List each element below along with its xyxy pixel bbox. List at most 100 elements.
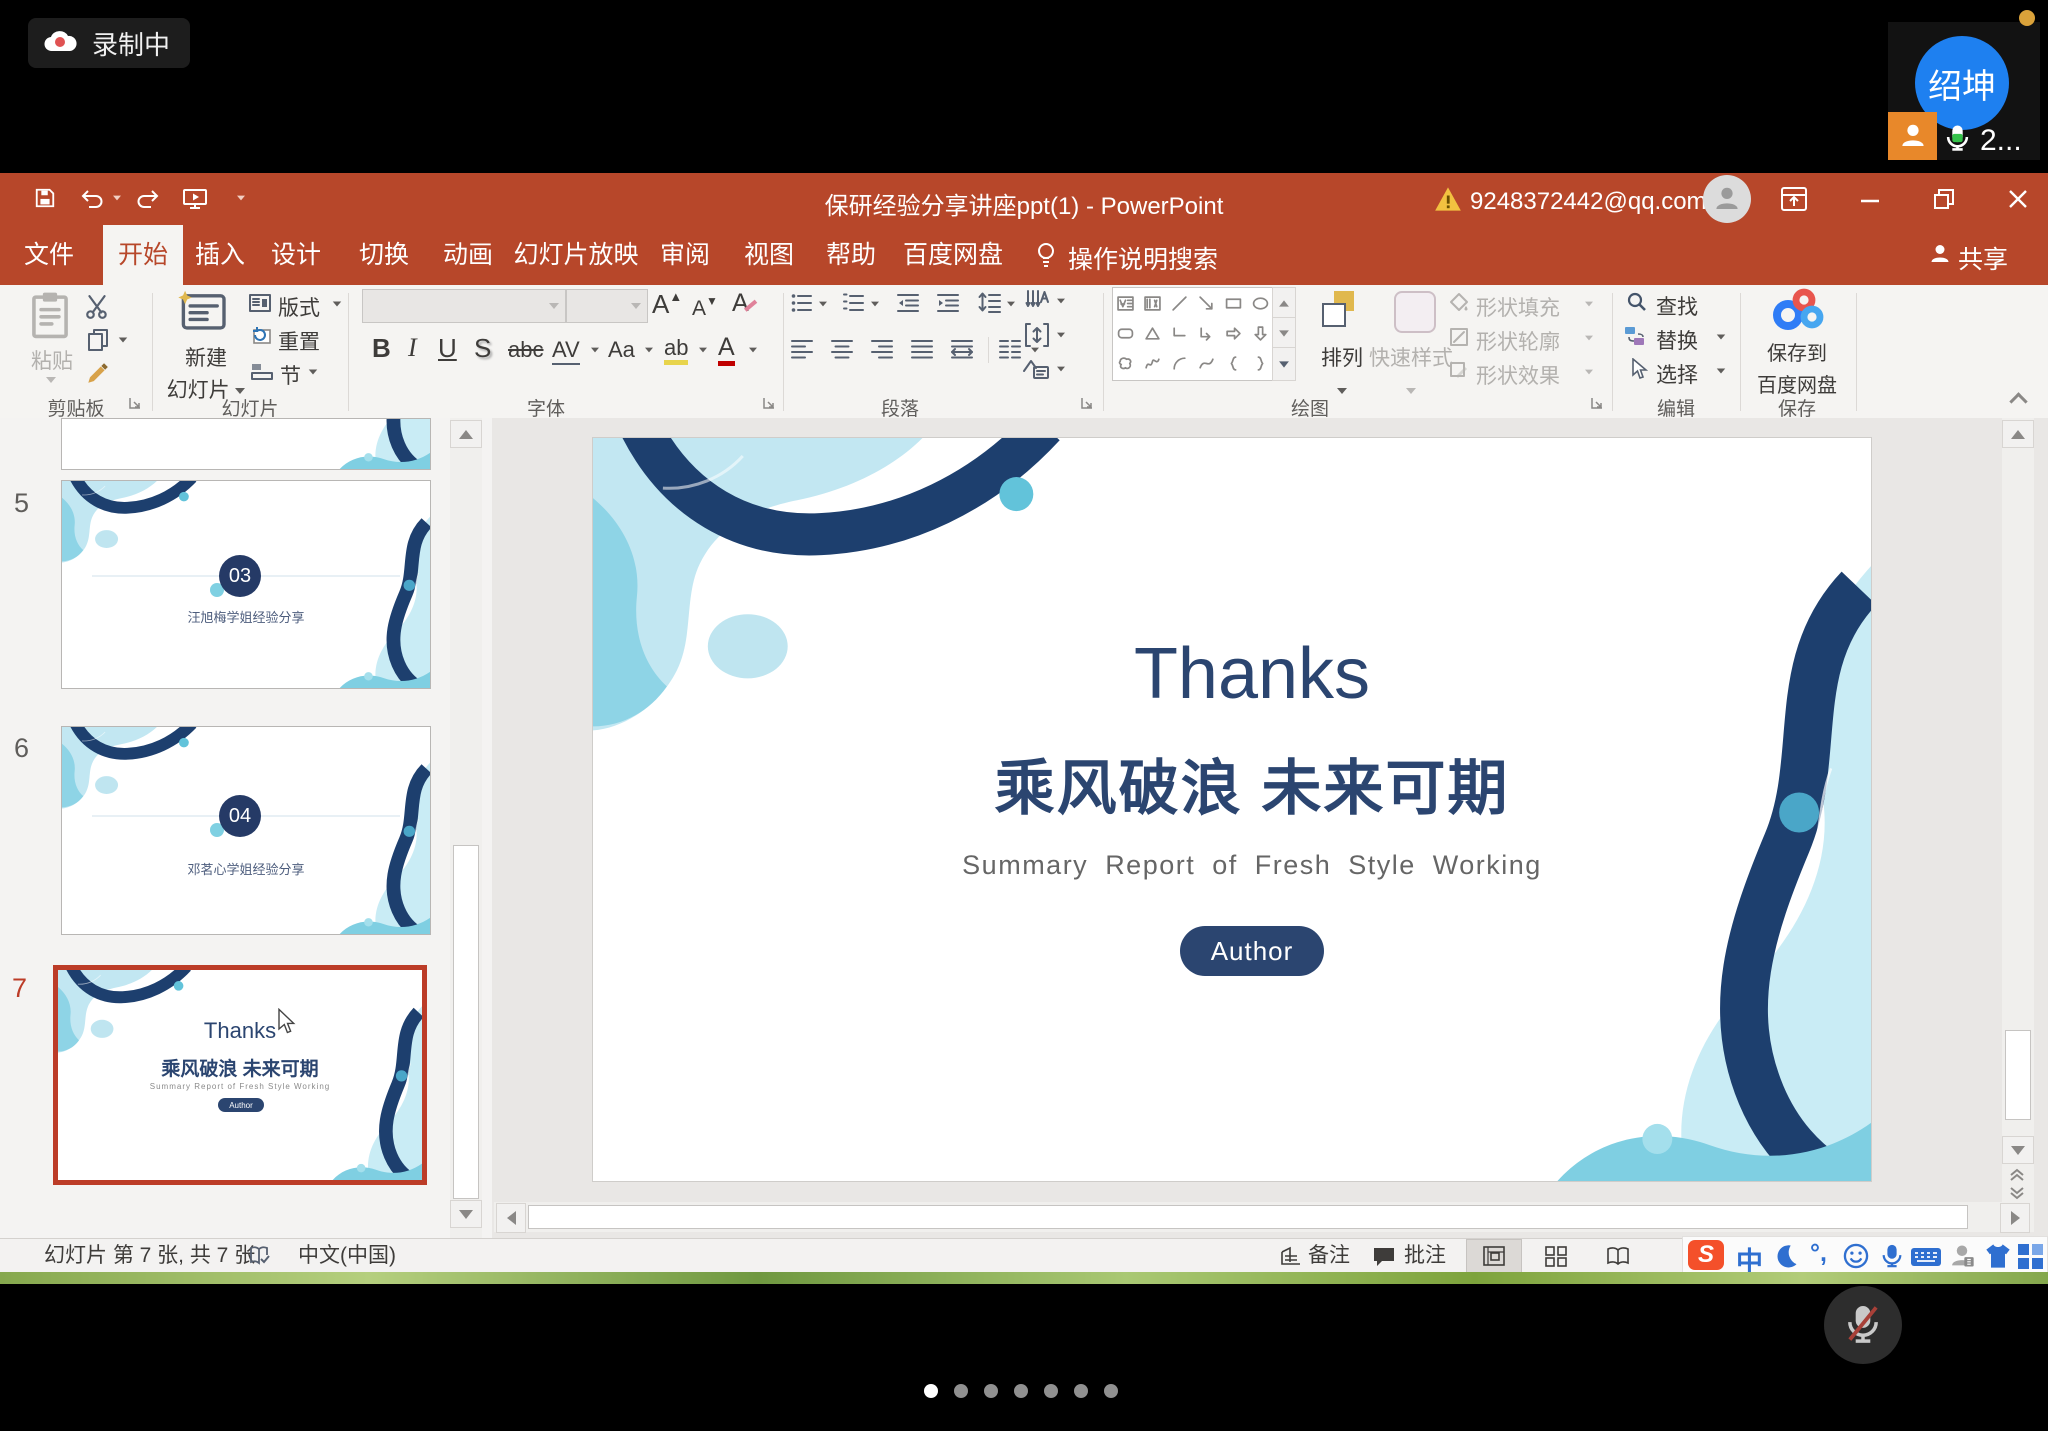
dialog-launcher-clipboard[interactable] [128, 396, 142, 410]
increase-indent-button[interactable] [936, 291, 960, 315]
page-dot-7[interactable] [1104, 1384, 1118, 1398]
page-dot-3[interactable] [984, 1384, 998, 1398]
bold-button[interactable]: B [372, 333, 391, 364]
thumbnail-scroll-thumb[interactable] [453, 845, 479, 1199]
smartart-button[interactable] [1022, 357, 1050, 381]
tab-help[interactable]: 帮助 [815, 225, 887, 285]
thumbnail-scrollbar[interactable] [450, 418, 482, 1238]
slide-subtitle[interactable]: 乘风破浪 未来可期 [633, 756, 1871, 822]
thumbnail-scroll-up[interactable] [450, 420, 482, 448]
status-language[interactable]: 中文(中国) [298, 1239, 396, 1273]
text-shadow-button[interactable]: S [474, 333, 491, 364]
justify-button[interactable] [910, 337, 934, 361]
tab-animations[interactable]: 动画 [432, 225, 504, 285]
ime-toolbox-icon[interactable] [2018, 1244, 2044, 1270]
view-normal-button[interactable] [1466, 1239, 1522, 1273]
v-scroll-thumb[interactable] [2005, 1030, 2031, 1120]
h-scroll-right[interactable] [2000, 1203, 2030, 1233]
restore-button[interactable] [1932, 187, 1956, 211]
v-scroll-down[interactable] [2002, 1136, 2034, 1164]
shape-outline-button[interactable]: 形状轮廓 [1476, 326, 1560, 356]
ime-keyboard-icon[interactable] [1910, 1244, 1942, 1270]
share-button[interactable]: 共享 [1958, 240, 2008, 276]
slide-tagline[interactable]: Summary Report of Fresh Style Working [633, 850, 1871, 881]
page-dot-6[interactable] [1074, 1384, 1088, 1398]
page-dot-2[interactable] [954, 1384, 968, 1398]
align-right-button[interactable] [870, 337, 894, 361]
ime-skin-icon[interactable] [1984, 1242, 2012, 1270]
ime-voice-icon[interactable] [1880, 1241, 1904, 1271]
decrease-indent-button[interactable] [896, 291, 920, 315]
underline-button[interactable]: U [438, 333, 457, 364]
tell-me-search[interactable]: 操作说明搜索 [1068, 240, 1218, 276]
tab-home[interactable]: 开始 [103, 225, 183, 285]
slide-thumbnail-5[interactable]: 03 汪旭梅学姐经验分享 [61, 480, 431, 689]
shapes-more-button[interactable] [1272, 347, 1296, 381]
bullets-button[interactable] [790, 291, 814, 315]
font-name-combobox[interactable] [362, 289, 566, 323]
shape-fill-button[interactable]: 形状填充 [1476, 292, 1560, 322]
v-scrollbar[interactable] [2002, 418, 2034, 1202]
spellcheck-icon[interactable] [248, 1244, 272, 1268]
line-spacing-button[interactable] [978, 291, 1002, 315]
comments-button[interactable]: 批注 [1404, 1239, 1446, 1273]
account-email[interactable]: 9248372442@qq.com [1470, 188, 1707, 216]
shape-effects-button[interactable]: 形状效果 [1476, 360, 1560, 390]
slide-thumbnail-6[interactable]: 04 邓茗心学姐经验分享 [61, 726, 431, 935]
ime-account-icon[interactable] [1948, 1242, 1976, 1270]
slide-thumbnail-4-partial[interactable] [61, 418, 431, 470]
view-reading-button[interactable] [1590, 1239, 1646, 1273]
participants-button[interactable] [1888, 112, 1937, 160]
shrink-font-button[interactable]: A▼ [692, 294, 718, 321]
v-scroll-up[interactable] [2002, 420, 2034, 448]
character-spacing-button[interactable]: AV [552, 337, 580, 365]
copy-button[interactable] [86, 328, 110, 352]
layout-button[interactable]: 版式 [278, 292, 320, 322]
tab-design[interactable]: 设计 [260, 225, 332, 285]
recording-badge[interactable]: 录制中 [28, 18, 190, 68]
shapes-scroll-down[interactable] [1272, 317, 1296, 349]
tab-review[interactable]: 审阅 [649, 225, 721, 285]
grow-font-button[interactable]: A▲ [652, 289, 682, 320]
view-slide-sorter-button[interactable] [1528, 1239, 1584, 1273]
shapes-scroll-up[interactable] [1272, 287, 1296, 319]
page-dot-4[interactable] [1014, 1384, 1028, 1398]
text-direction-button[interactable] [1024, 288, 1050, 314]
ribbon-display-options-button[interactable] [1780, 186, 1808, 212]
replace-button[interactable]: 替换 [1656, 325, 1698, 355]
tab-insert[interactable]: 插入 [184, 225, 256, 285]
mute-button[interactable] [1824, 1286, 1902, 1364]
shapes-gallery[interactable] [1112, 287, 1274, 381]
tab-transitions[interactable]: 切换 [348, 225, 420, 285]
clear-formatting-button[interactable]: A [732, 289, 763, 318]
dialog-launcher-paragraph[interactable] [1080, 396, 1094, 410]
reset-button[interactable]: 重置 [278, 326, 320, 356]
slide-canvas[interactable]: Thanks 乘风破浪 未来可期 Summary Report of Fresh… [592, 437, 1872, 1182]
page-dot-1-active[interactable] [924, 1384, 938, 1398]
text-highlight-button[interactable]: ab [664, 335, 688, 361]
paste-button[interactable]: 粘贴 [24, 345, 80, 375]
tab-baidu-netdisk[interactable]: 百度网盘 [892, 225, 1014, 285]
thumbnail-scroll-down[interactable] [450, 1200, 482, 1228]
align-text-button[interactable] [1024, 322, 1050, 348]
find-button[interactable]: 查找 [1656, 291, 1698, 321]
h-scroll-left[interactable] [496, 1203, 526, 1233]
next-slide-button[interactable] [2002, 1184, 2032, 1202]
strikethrough-button[interactable]: abc [508, 337, 543, 363]
collapse-ribbon-button[interactable] [2012, 395, 2032, 411]
slide-title[interactable]: Thanks [633, 638, 1871, 710]
account-avatar[interactable] [1703, 175, 1751, 223]
h-scroll-thumb[interactable] [528, 1205, 1968, 1229]
dialog-launcher-font[interactable] [762, 396, 776, 410]
previous-slide-button[interactable] [2002, 1166, 2032, 1184]
format-painter-button[interactable] [84, 360, 110, 386]
center-button[interactable] [830, 337, 854, 361]
section-button[interactable]: 节 [280, 360, 301, 390]
distribute-button[interactable] [950, 337, 974, 361]
tab-slideshow[interactable]: 幻灯片放映 [500, 225, 652, 285]
change-case-button[interactable]: Aa [608, 337, 635, 363]
ime-emoji-icon[interactable] [1842, 1242, 1870, 1270]
ime-punctuation-button[interactable]: °, [1810, 1239, 1827, 1268]
notes-button[interactable]: 备注 [1308, 1239, 1350, 1273]
numbering-button[interactable] [842, 291, 866, 315]
